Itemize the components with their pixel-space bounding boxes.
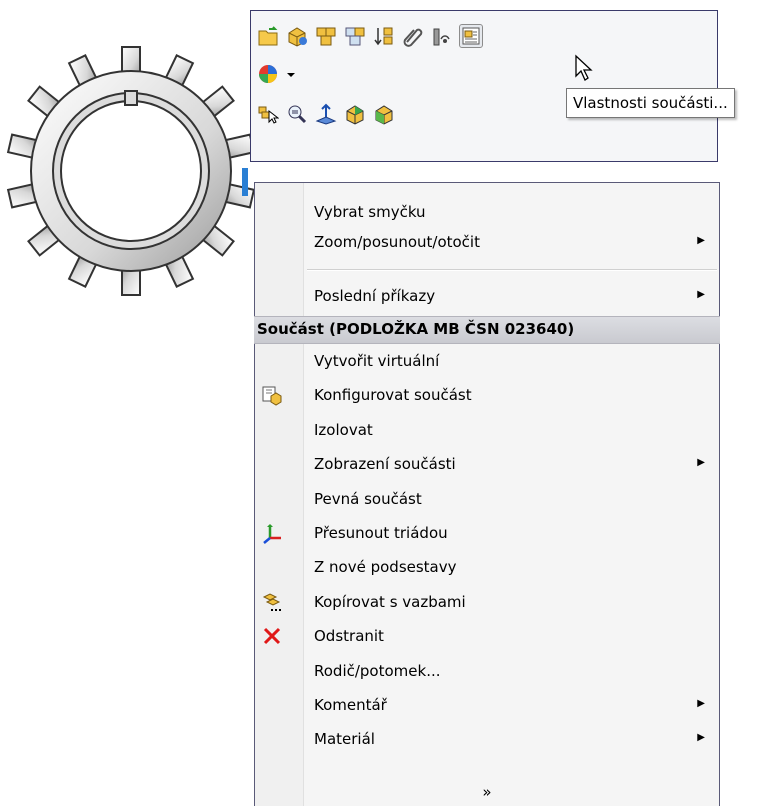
submenu-arrow-icon: ▶ <box>697 235 705 246</box>
menu-item[interactable]: Zobrazení součásti ▶ <box>255 449 719 481</box>
menu-item-label: Z nové podsestavy <box>314 558 457 577</box>
isolate-icon[interactable] <box>344 103 366 125</box>
part-properties-icon[interactable] <box>459 24 483 48</box>
menu-item-label: Komentář <box>314 696 387 714</box>
select-other-icon[interactable] <box>257 103 280 125</box>
menu-item-label: Zobrazení součásti <box>314 455 456 474</box>
appearance-icon[interactable] <box>257 63 279 85</box>
menu-item[interactable]: Odstranit <box>255 621 719 653</box>
submenu-arrow-icon: ▶ <box>697 732 705 744</box>
configure-part-icon <box>261 384 283 406</box>
component-order-icon[interactable] <box>373 25 395 47</box>
washer-gear-graphic <box>6 46 256 296</box>
menu-item-label: Poslední příkazy <box>314 287 436 305</box>
submenu-arrow-icon: ▶ <box>697 698 705 709</box>
submenu-arrow-icon: ▶ <box>697 289 705 300</box>
menu-item-label: Zoom/posunout/otočit <box>314 233 480 251</box>
show-components-icon[interactable] <box>344 25 366 47</box>
menu-item-zoom-pan-rotate[interactable]: Zoom/posunout/otočit ▶ <box>255 227 719 259</box>
normal-to-icon[interactable] <box>315 103 337 125</box>
menu-item-label: Odstranit <box>314 627 384 646</box>
menu-separator <box>307 269 717 271</box>
triad-icon <box>261 522 283 544</box>
menu-item-label: Kopírovat s vazbami <box>314 592 466 611</box>
edit-part-icon[interactable] <box>286 25 308 47</box>
focus-indicator <box>242 168 248 196</box>
menu-item[interactable]: Izolovat <box>255 415 719 447</box>
copy-with-mates-icon <box>261 591 283 613</box>
tooltip: Vlastnosti součásti... <box>566 88 735 118</box>
menu-item[interactable]: Kopírovat s vazbami <box>255 587 719 619</box>
menu-item[interactable]: Komentář ▶ <box>255 690 719 722</box>
menu-item[interactable]: Materiál ▶ <box>255 724 719 756</box>
transparency-icon[interactable] <box>373 103 395 125</box>
zoom-to-selection-icon[interactable] <box>286 103 308 125</box>
submenu-arrow-icon: ▶ <box>697 457 705 469</box>
menu-item[interactable]: Konfigurovat součást <box>255 380 719 412</box>
expand-more-icon[interactable]: » <box>255 783 719 801</box>
menu-item-label: Materiál <box>314 730 375 749</box>
menu-item-label: Vytvořit virtuální <box>314 352 440 370</box>
menu-item-recent-commands[interactable]: Poslední příkazy ▶ <box>255 281 719 313</box>
menu-item[interactable]: Pevná součást <box>255 484 719 516</box>
menu-section-header: Součást (PODLOŽKA MB ČSN 023640) <box>254 316 720 344</box>
menu-item-label: Konfigurovat součást <box>314 386 472 405</box>
menu-item[interactable]: Rodič/potomek... <box>255 656 719 688</box>
context-toolbar <box>250 10 718 162</box>
menu-item[interactable]: Přesunout triádou <box>255 518 719 550</box>
menu-item[interactable]: Vytvořit virtuální <box>255 346 719 378</box>
smart-mates-icon[interactable] <box>257 25 279 47</box>
menu-item[interactable]: Z nové podsestavy <box>255 552 719 584</box>
context-menu: Vybrat smyčku Zoom/posunout/otočit ▶ Pos… <box>254 182 720 806</box>
menu-item-select-loop[interactable]: Vybrat smyčku <box>255 197 719 229</box>
section-title: Součást (PODLOŽKA MB ČSN 023640) <box>257 320 575 338</box>
mouse-cursor-icon <box>575 54 593 81</box>
mate-icon[interactable] <box>402 25 424 47</box>
sensor-icon[interactable] <box>431 25 453 47</box>
menu-item-label: Izolovat <box>314 420 373 439</box>
menu-item-label: Pevná součást <box>314 489 422 508</box>
menu-item-label: Přesunout triádou <box>314 524 448 542</box>
menu-item-label: Rodič/potomek... <box>314 661 441 680</box>
menu-item-label: Vybrat smyčku <box>314 203 426 221</box>
delete-icon <box>261 625 283 647</box>
hide-components-icon[interactable] <box>315 25 337 47</box>
dropdown-arrow-icon[interactable] <box>286 63 296 85</box>
